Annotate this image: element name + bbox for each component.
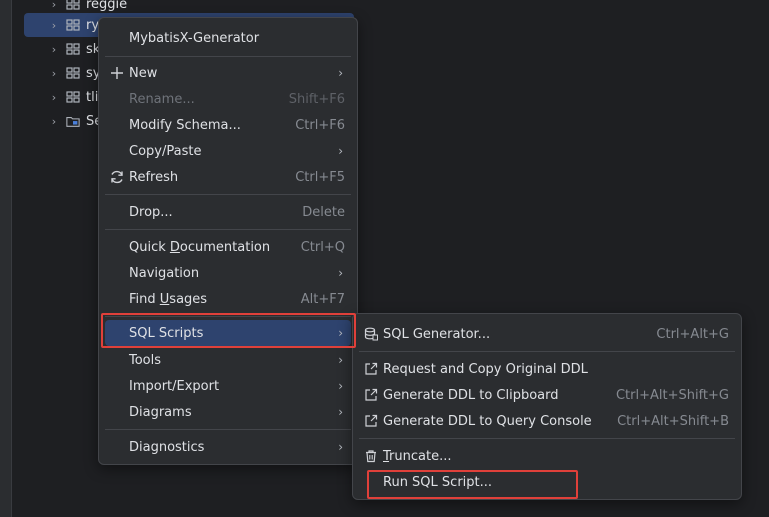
menu-item-shortcut: Ctrl+F5 xyxy=(295,169,345,185)
menu-item-tools[interactable]: Tools › xyxy=(105,347,351,373)
context-menu: MybatisX-Generator New › Rename... Shift… xyxy=(98,17,358,465)
chevron-right-icon[interactable]: › xyxy=(44,115,64,128)
tree-node-label: reggie xyxy=(86,0,128,12)
menu-separator xyxy=(105,316,351,317)
schema-icon xyxy=(66,0,80,10)
schema-icon xyxy=(66,19,80,31)
menu-item-shortcut: Shift+F6 xyxy=(288,91,345,107)
menu-item-copy-paste[interactable]: Copy/Paste › xyxy=(105,138,351,164)
chevron-right-icon: › xyxy=(338,440,343,454)
menu-item-refresh[interactable]: Refresh Ctrl+F5 xyxy=(105,164,351,190)
chevron-right-icon: › xyxy=(338,66,343,80)
schema-icon xyxy=(66,43,80,55)
tool-window-strip xyxy=(0,0,12,517)
trash-icon xyxy=(362,447,380,465)
menu-item-new[interactable]: New › xyxy=(105,60,351,86)
menu-item-sql-scripts[interactable]: SQL Scripts › xyxy=(105,320,351,346)
chevron-right-icon: › xyxy=(338,144,343,158)
menu-item-label: Copy/Paste xyxy=(129,143,202,159)
external-link-icon xyxy=(362,412,380,430)
menu-item-label: Rename... xyxy=(129,91,195,107)
chevron-right-icon[interactable]: › xyxy=(44,67,64,80)
folder-icon xyxy=(66,115,80,127)
menu-item-shortcut: Ctrl+Alt+Shift+G xyxy=(615,387,729,403)
menu-item-label: Run SQL Script... xyxy=(383,474,493,490)
menu-item-label: Find Usages xyxy=(129,291,208,307)
menu-item-rename: Rename... Shift+F6 xyxy=(105,86,351,112)
menu-separator xyxy=(105,429,351,430)
tree-node-label: tli xyxy=(86,89,99,105)
menu-item-label: New xyxy=(129,65,158,81)
menu-item-diagnostics[interactable]: Diagnostics › xyxy=(105,434,351,460)
menu-item-shortcut: Ctrl+Q xyxy=(300,239,345,255)
menu-separator xyxy=(105,229,351,230)
chevron-right-icon: › xyxy=(338,326,343,340)
menu-item-label: Tools xyxy=(129,352,162,368)
menu-item-label: SQL Generator... xyxy=(383,326,491,342)
sql-scripts-submenu: SQL Generator... Ctrl+Alt+G Request and … xyxy=(352,313,742,500)
menu-item-sql-generator[interactable]: SQL Generator... Ctrl+Alt+G xyxy=(359,321,735,347)
external-link-icon xyxy=(362,386,380,404)
menu-separator xyxy=(105,194,351,195)
chevron-right-icon[interactable]: › xyxy=(44,0,64,11)
menu-item-navigation[interactable]: Navigation › xyxy=(105,260,351,286)
menu-item-label: Truncate... xyxy=(383,448,452,464)
menu-item-label: Diagrams xyxy=(129,404,192,420)
external-link-icon xyxy=(362,360,380,378)
menu-item-shortcut: Ctrl+F6 xyxy=(295,117,345,133)
sql-generator-icon xyxy=(362,325,380,343)
menu-item-truncate[interactable]: Truncate... xyxy=(359,443,735,469)
menu-item-mybatisx-generator[interactable]: MybatisX-Generator xyxy=(105,25,351,51)
menu-item-generate-ddl-clipboard[interactable]: Generate DDL to Clipboard Ctrl+Alt+Shift… xyxy=(359,382,735,408)
plus-icon xyxy=(108,64,126,82)
chevron-right-icon: › xyxy=(338,353,343,367)
menu-item-shortcut: Delete xyxy=(302,204,345,220)
menu-item-label: Refresh xyxy=(129,169,179,185)
chevron-right-icon[interactable]: › xyxy=(44,43,64,56)
menu-item-modify-schema[interactable]: Modify Schema... Ctrl+F6 xyxy=(105,112,351,138)
chevron-right-icon[interactable]: › xyxy=(44,19,64,32)
refresh-icon xyxy=(108,168,126,186)
menu-item-label: Modify Schema... xyxy=(129,117,241,133)
menu-item-label: Generate DDL to Query Console xyxy=(383,413,592,429)
menu-separator xyxy=(359,351,735,352)
chevron-right-icon: › xyxy=(338,405,343,419)
menu-item-label: Navigation xyxy=(129,265,200,281)
menu-item-generate-ddl-console[interactable]: Generate DDL to Query Console Ctrl+Alt+S… xyxy=(359,408,735,434)
ide-window: › reggie › ry › sk › sy › tli › Se Mybat… xyxy=(0,0,769,517)
menu-item-label: Generate DDL to Clipboard xyxy=(383,387,559,403)
schema-icon xyxy=(66,91,80,103)
menu-item-diagrams[interactable]: Diagrams › xyxy=(105,399,351,425)
menu-item-label: Drop... xyxy=(129,204,173,220)
chevron-right-icon[interactable]: › xyxy=(44,91,64,104)
schema-icon xyxy=(66,67,80,79)
menu-item-drop[interactable]: Drop... Delete xyxy=(105,199,351,225)
menu-item-run-sql-script[interactable]: Run SQL Script... xyxy=(359,469,735,495)
menu-item-shortcut: Ctrl+Alt+G xyxy=(656,326,729,342)
menu-item-label: SQL Scripts xyxy=(129,325,204,341)
menu-item-import-export[interactable]: Import/Export › xyxy=(105,373,351,399)
menu-item-label: Import/Export xyxy=(129,378,220,394)
menu-item-label: Quick Documentation xyxy=(129,239,271,255)
menu-item-label: Diagnostics xyxy=(129,439,205,455)
chevron-right-icon: › xyxy=(338,266,343,280)
menu-item-request-copy-ddl[interactable]: Request and Copy Original DDL xyxy=(359,356,735,382)
menu-item-quick-documentation[interactable]: Quick Documentation Ctrl+Q xyxy=(105,234,351,260)
menu-item-label: MybatisX-Generator xyxy=(129,30,260,46)
menu-item-label: Request and Copy Original DDL xyxy=(383,361,588,377)
menu-item-shortcut: Ctrl+Alt+Shift+B xyxy=(617,413,729,429)
chevron-right-icon: › xyxy=(338,379,343,393)
menu-separator xyxy=(105,56,351,57)
menu-separator xyxy=(359,438,735,439)
menu-item-shortcut: Alt+F7 xyxy=(300,291,345,307)
menu-item-find-usages[interactable]: Find Usages Alt+F7 xyxy=(105,286,351,312)
